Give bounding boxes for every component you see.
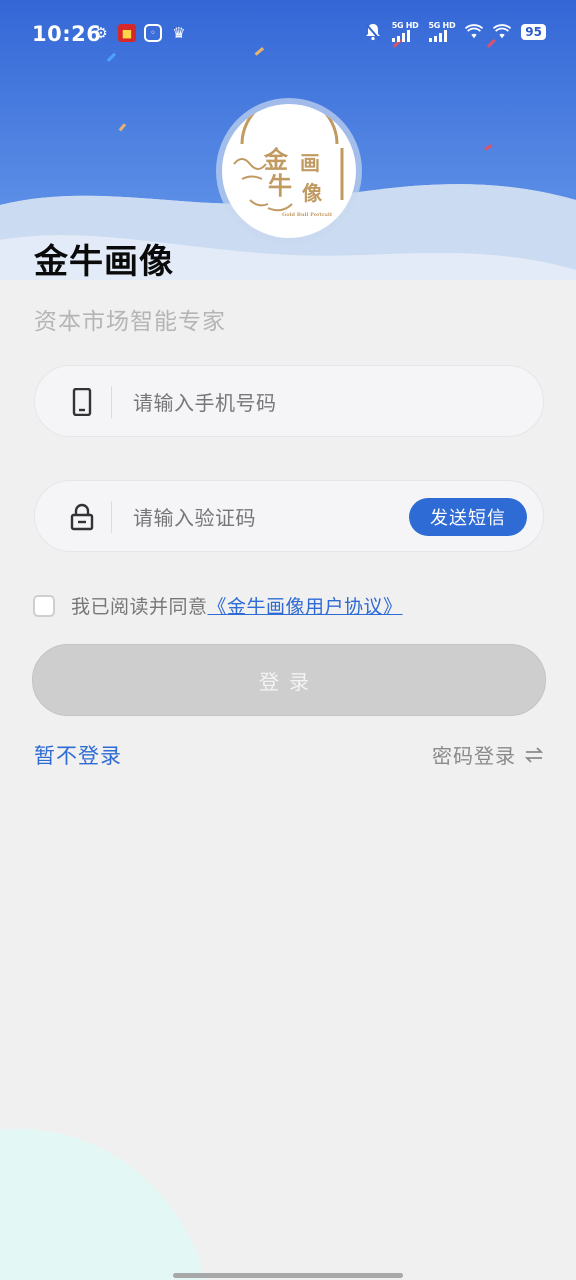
wifi-icon xyxy=(465,23,484,41)
mobile-signal-icon: 5G HD xyxy=(391,22,419,42)
logo-char-4: 像 xyxy=(302,181,323,205)
user-agreement-link[interactable]: 《金牛画像用户协议》 xyxy=(208,592,403,619)
skip-login-link[interactable]: 暂不登录 xyxy=(34,740,122,770)
mobile-signal-icon: 5G HD xyxy=(428,22,456,42)
crown-icon: ♛ xyxy=(172,24,186,42)
bottom-decoration xyxy=(0,1128,205,1280)
wifi-icon xyxy=(493,23,512,41)
agreement-checkbox[interactable] xyxy=(33,594,55,617)
status-notification-icons: ⚙ ■ ◦ ♛ xyxy=(92,24,188,42)
app-notification-icon: ■ xyxy=(118,24,136,42)
field-divider xyxy=(111,386,112,418)
app-notification-icon: ◦ xyxy=(144,24,162,42)
mute-bell-icon xyxy=(364,23,382,41)
home-indicator[interactable] xyxy=(173,1273,403,1278)
verification-code-field[interactable]: 发送短信 xyxy=(34,480,544,552)
swap-icon xyxy=(524,746,544,763)
lock-icon xyxy=(69,503,95,531)
agreement-row: 我已阅读并同意 《金牛画像用户协议》 xyxy=(33,592,403,619)
settings-gear-icon: ⚙ xyxy=(94,24,108,42)
password-login-link[interactable]: 密码登录 xyxy=(432,740,544,769)
login-button[interactable]: 登录 xyxy=(32,644,546,716)
status-bar: 10:26 ⚙ ■ ◦ ♛ 5G HD 5G HD 95 xyxy=(0,0,576,72)
send-sms-button[interactable]: 发送短信 xyxy=(409,498,527,536)
field-divider xyxy=(111,501,112,533)
phone-icon xyxy=(69,387,95,417)
app-logo: 金 牛 画 像 Gold Bull Portrait xyxy=(222,104,356,238)
agreement-text: 我已阅读并同意 xyxy=(71,596,208,618)
status-time: 10:26 xyxy=(32,22,102,46)
logo-char-3: 画 xyxy=(300,151,320,175)
verification-code-input[interactable] xyxy=(131,499,395,537)
logo-subtext: Gold Bull Portrait xyxy=(282,212,333,218)
phone-input[interactable] xyxy=(131,384,395,422)
status-system-icons: 5G HD 5G HD 95 xyxy=(364,22,546,42)
battery-indicator: 95 xyxy=(521,24,546,40)
password-login-label: 密码登录 xyxy=(432,744,516,768)
phone-field[interactable] xyxy=(34,365,544,437)
logo-char-1: 金 xyxy=(263,145,289,174)
logo-char-2: 牛 xyxy=(268,171,292,200)
page-subtitle: 资本市场智能专家 xyxy=(34,309,226,335)
page-title: 金牛画像 xyxy=(34,242,174,282)
